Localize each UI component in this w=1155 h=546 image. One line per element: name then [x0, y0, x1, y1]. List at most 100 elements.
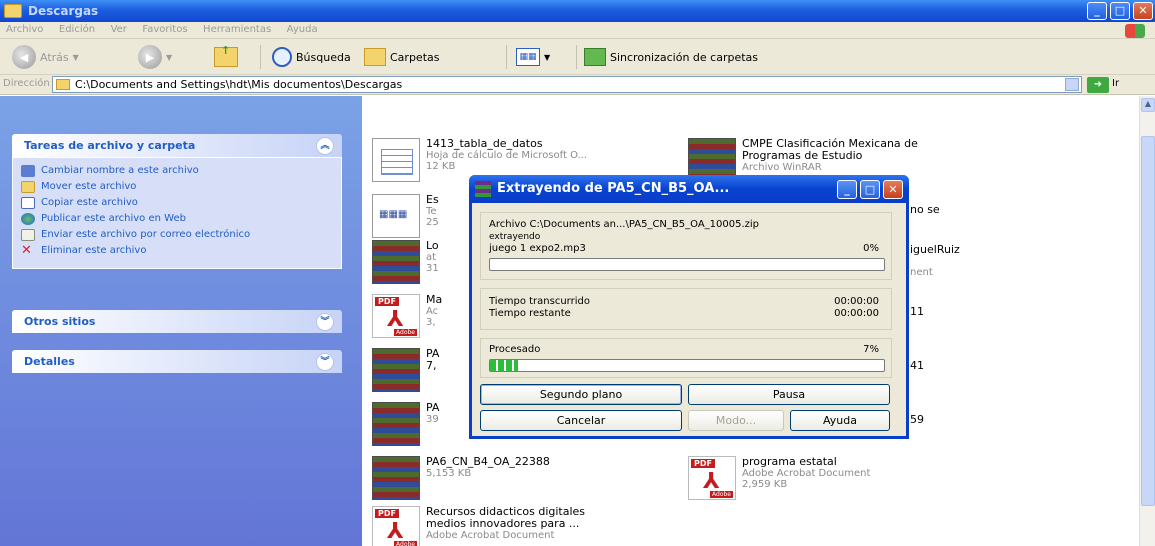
- task-copy[interactable]: Copiar este archivo: [21, 197, 333, 209]
- expand-chevron-icon[interactable]: ︾: [316, 353, 334, 371]
- time-group: Tiempo transcurrido 00:00:00 Tiempo rest…: [480, 288, 892, 330]
- address-path: C:\Documents and Settings\hdt\Mis docume…: [75, 78, 403, 91]
- task-label: Cambiar nombre a este archivo: [41, 165, 199, 176]
- scroll-up-icon[interactable]: ▲: [1141, 98, 1155, 112]
- panel-header[interactable]: Detalles ︾: [12, 350, 342, 373]
- winrar-file-icon: [372, 402, 420, 446]
- excel-file-icon: [372, 138, 420, 182]
- file-size: 25: [426, 217, 439, 228]
- file-item[interactable]: Lo at 31: [372, 240, 439, 284]
- scroll-thumb[interactable]: [1141, 136, 1155, 506]
- file-item[interactable]: PA 39: [372, 402, 439, 446]
- task-label: Eliminar este archivo: [41, 245, 147, 256]
- task-label: Enviar este archivo por correo electróni…: [41, 229, 251, 240]
- sync-icon: [584, 48, 606, 66]
- file-item[interactable]: PA6_CN_B4_OA_22388 5,153 KB: [372, 456, 550, 500]
- folders-button[interactable]: Carpetas: [364, 44, 439, 70]
- back-arrow-icon: ◀: [12, 45, 36, 69]
- details-panel: Detalles ︾: [12, 350, 342, 373]
- vertical-scrollbar[interactable]: ▲: [1139, 96, 1155, 546]
- dialog-close-button[interactable]: ✕: [883, 180, 903, 199]
- up-folder-icon: ↑: [214, 44, 238, 67]
- file-item[interactable]: Es Te 25: [372, 194, 439, 238]
- pdf-file-icon: PDF ⅄ Adobe: [688, 456, 736, 500]
- window-titlebar[interactable]: Descargas _ □ ✕: [0, 0, 1155, 22]
- winrar-file-icon: [372, 348, 420, 392]
- pause-button[interactable]: Pausa: [688, 384, 890, 405]
- background-button[interactable]: Segundo plano: [480, 384, 682, 405]
- views-button[interactable]: ▦▦ ▼: [516, 44, 550, 70]
- task-move[interactable]: Mover este archivo: [21, 181, 333, 193]
- forward-arrow-icon: ▶: [138, 45, 162, 69]
- file-item[interactable]: PDF ⅄ Adobe programa estatal Adobe Acrobat…: [688, 456, 870, 500]
- file-item[interactable]: PDF ⅄ Adobe Ma Ac 3,: [372, 294, 442, 338]
- task-pane: Tareas de archivo y carpeta ︽ Cambiar no…: [0, 96, 362, 546]
- go-arrow-icon[interactable]: ➜: [1087, 77, 1109, 93]
- file-item[interactable]: PDF ⅄ Adobe Recursos didacticos digitales …: [372, 506, 585, 546]
- dialog-titlebar[interactable]: Extrayendo de PA5_CN_B5_OA... _ □ ✕: [469, 175, 909, 203]
- task-label: Copiar este archivo: [41, 197, 138, 208]
- file-progress-group: Archivo C:\Documents an...\PA5_CN_B5_OA_…: [480, 212, 892, 280]
- file-item[interactable]: PA 7,: [372, 348, 439, 392]
- dialog-maximize-button[interactable]: □: [860, 180, 880, 199]
- file-name: Lo: [426, 239, 439, 252]
- processed-progress-bar: [489, 359, 885, 372]
- address-label: Dirección: [3, 78, 50, 89]
- minimize-button[interactable]: _: [1087, 2, 1107, 20]
- file-type: Te: [426, 206, 437, 217]
- close-button[interactable]: ✕: [1133, 2, 1153, 20]
- processed-percent: 7%: [863, 344, 879, 355]
- up-folder-button[interactable]: ↑: [214, 44, 238, 70]
- mode-button[interactable]: Modo...: [688, 410, 784, 431]
- file-type: Ac: [426, 306, 439, 317]
- forward-dropdown-icon[interactable]: ▼: [166, 53, 172, 62]
- file-folder-tasks-panel: Tareas de archivo y carpeta ︽ Cambiar no…: [12, 134, 342, 269]
- help-button[interactable]: Ayuda: [790, 410, 890, 431]
- file-name: PA: [426, 401, 440, 414]
- dialog-minimize-button[interactable]: _: [837, 180, 857, 199]
- menu-edicion[interactable]: Edición: [53, 22, 101, 35]
- file-size: 31: [426, 263, 439, 274]
- winrar-file-icon: [372, 456, 420, 500]
- file-type: Adobe Acrobat Document: [426, 530, 555, 541]
- file-name-partial: no se: [910, 203, 940, 216]
- maximize-button[interactable]: □: [1110, 2, 1130, 20]
- file-name-continued: medios innovadores para ...: [426, 517, 580, 530]
- remaining-value: 00:00:00: [834, 308, 879, 319]
- back-dropdown-icon[interactable]: ▼: [73, 53, 79, 62]
- task-rename[interactable]: Cambiar nombre a este archivo: [21, 165, 333, 177]
- panel-body: Cambiar nombre a este archivo Mover este…: [12, 157, 342, 269]
- current-file: juego 1 expo2.mp3: [489, 243, 586, 254]
- sync-folders-button[interactable]: Sincronización de carpetas: [584, 44, 758, 70]
- menu-ver[interactable]: Ver: [105, 22, 133, 35]
- panel-header[interactable]: Otros sitios ︾: [12, 310, 342, 333]
- task-delete[interactable]: ✕ Eliminar este archivo: [21, 244, 333, 257]
- dialog-title: Extrayendo de PA5_CN_B5_OA...: [497, 181, 730, 196]
- email-icon: [21, 229, 35, 241]
- search-button[interactable]: Búsqueda: [272, 44, 351, 70]
- panel-title: Detalles: [24, 355, 75, 368]
- expand-chevron-icon[interactable]: ︾: [316, 313, 334, 331]
- collapse-chevron-icon[interactable]: ︽: [316, 137, 334, 155]
- address-input[interactable]: C:\Documents and Settings\hdt\Mis docume…: [52, 76, 1082, 93]
- panel-header[interactable]: Tareas de archivo y carpeta ︽: [12, 134, 342, 157]
- views-icon: ▦▦: [516, 48, 540, 66]
- task-email[interactable]: Enviar este archivo por correo electróni…: [21, 229, 333, 241]
- address-dropdown-icon[interactable]: [1065, 78, 1079, 91]
- move-icon: [21, 181, 35, 193]
- cancel-button[interactable]: Cancelar: [480, 410, 682, 431]
- pdf-file-icon: PDF ⅄ Adobe: [372, 294, 420, 338]
- back-label: Atrás: [40, 50, 69, 64]
- task-publish-web[interactable]: Publicar este archivo en Web: [21, 213, 333, 225]
- back-button[interactable]: ◀ Atrás ▼: [12, 44, 79, 70]
- menu-herramientas[interactable]: Herramientas: [197, 22, 277, 35]
- go-button[interactable]: Ir: [1112, 78, 1119, 89]
- processed-progress-fill: [490, 360, 518, 371]
- rename-icon: [21, 165, 35, 177]
- forward-button[interactable]: ▶ ▼: [138, 44, 172, 70]
- menu-favoritos[interactable]: Favoritos: [136, 22, 193, 35]
- file-size: 12 KB: [426, 161, 456, 172]
- menu-archivo[interactable]: Archivo: [0, 22, 49, 35]
- menu-ayuda[interactable]: Ayuda: [281, 22, 324, 35]
- file-name-partial: 59: [910, 413, 924, 426]
